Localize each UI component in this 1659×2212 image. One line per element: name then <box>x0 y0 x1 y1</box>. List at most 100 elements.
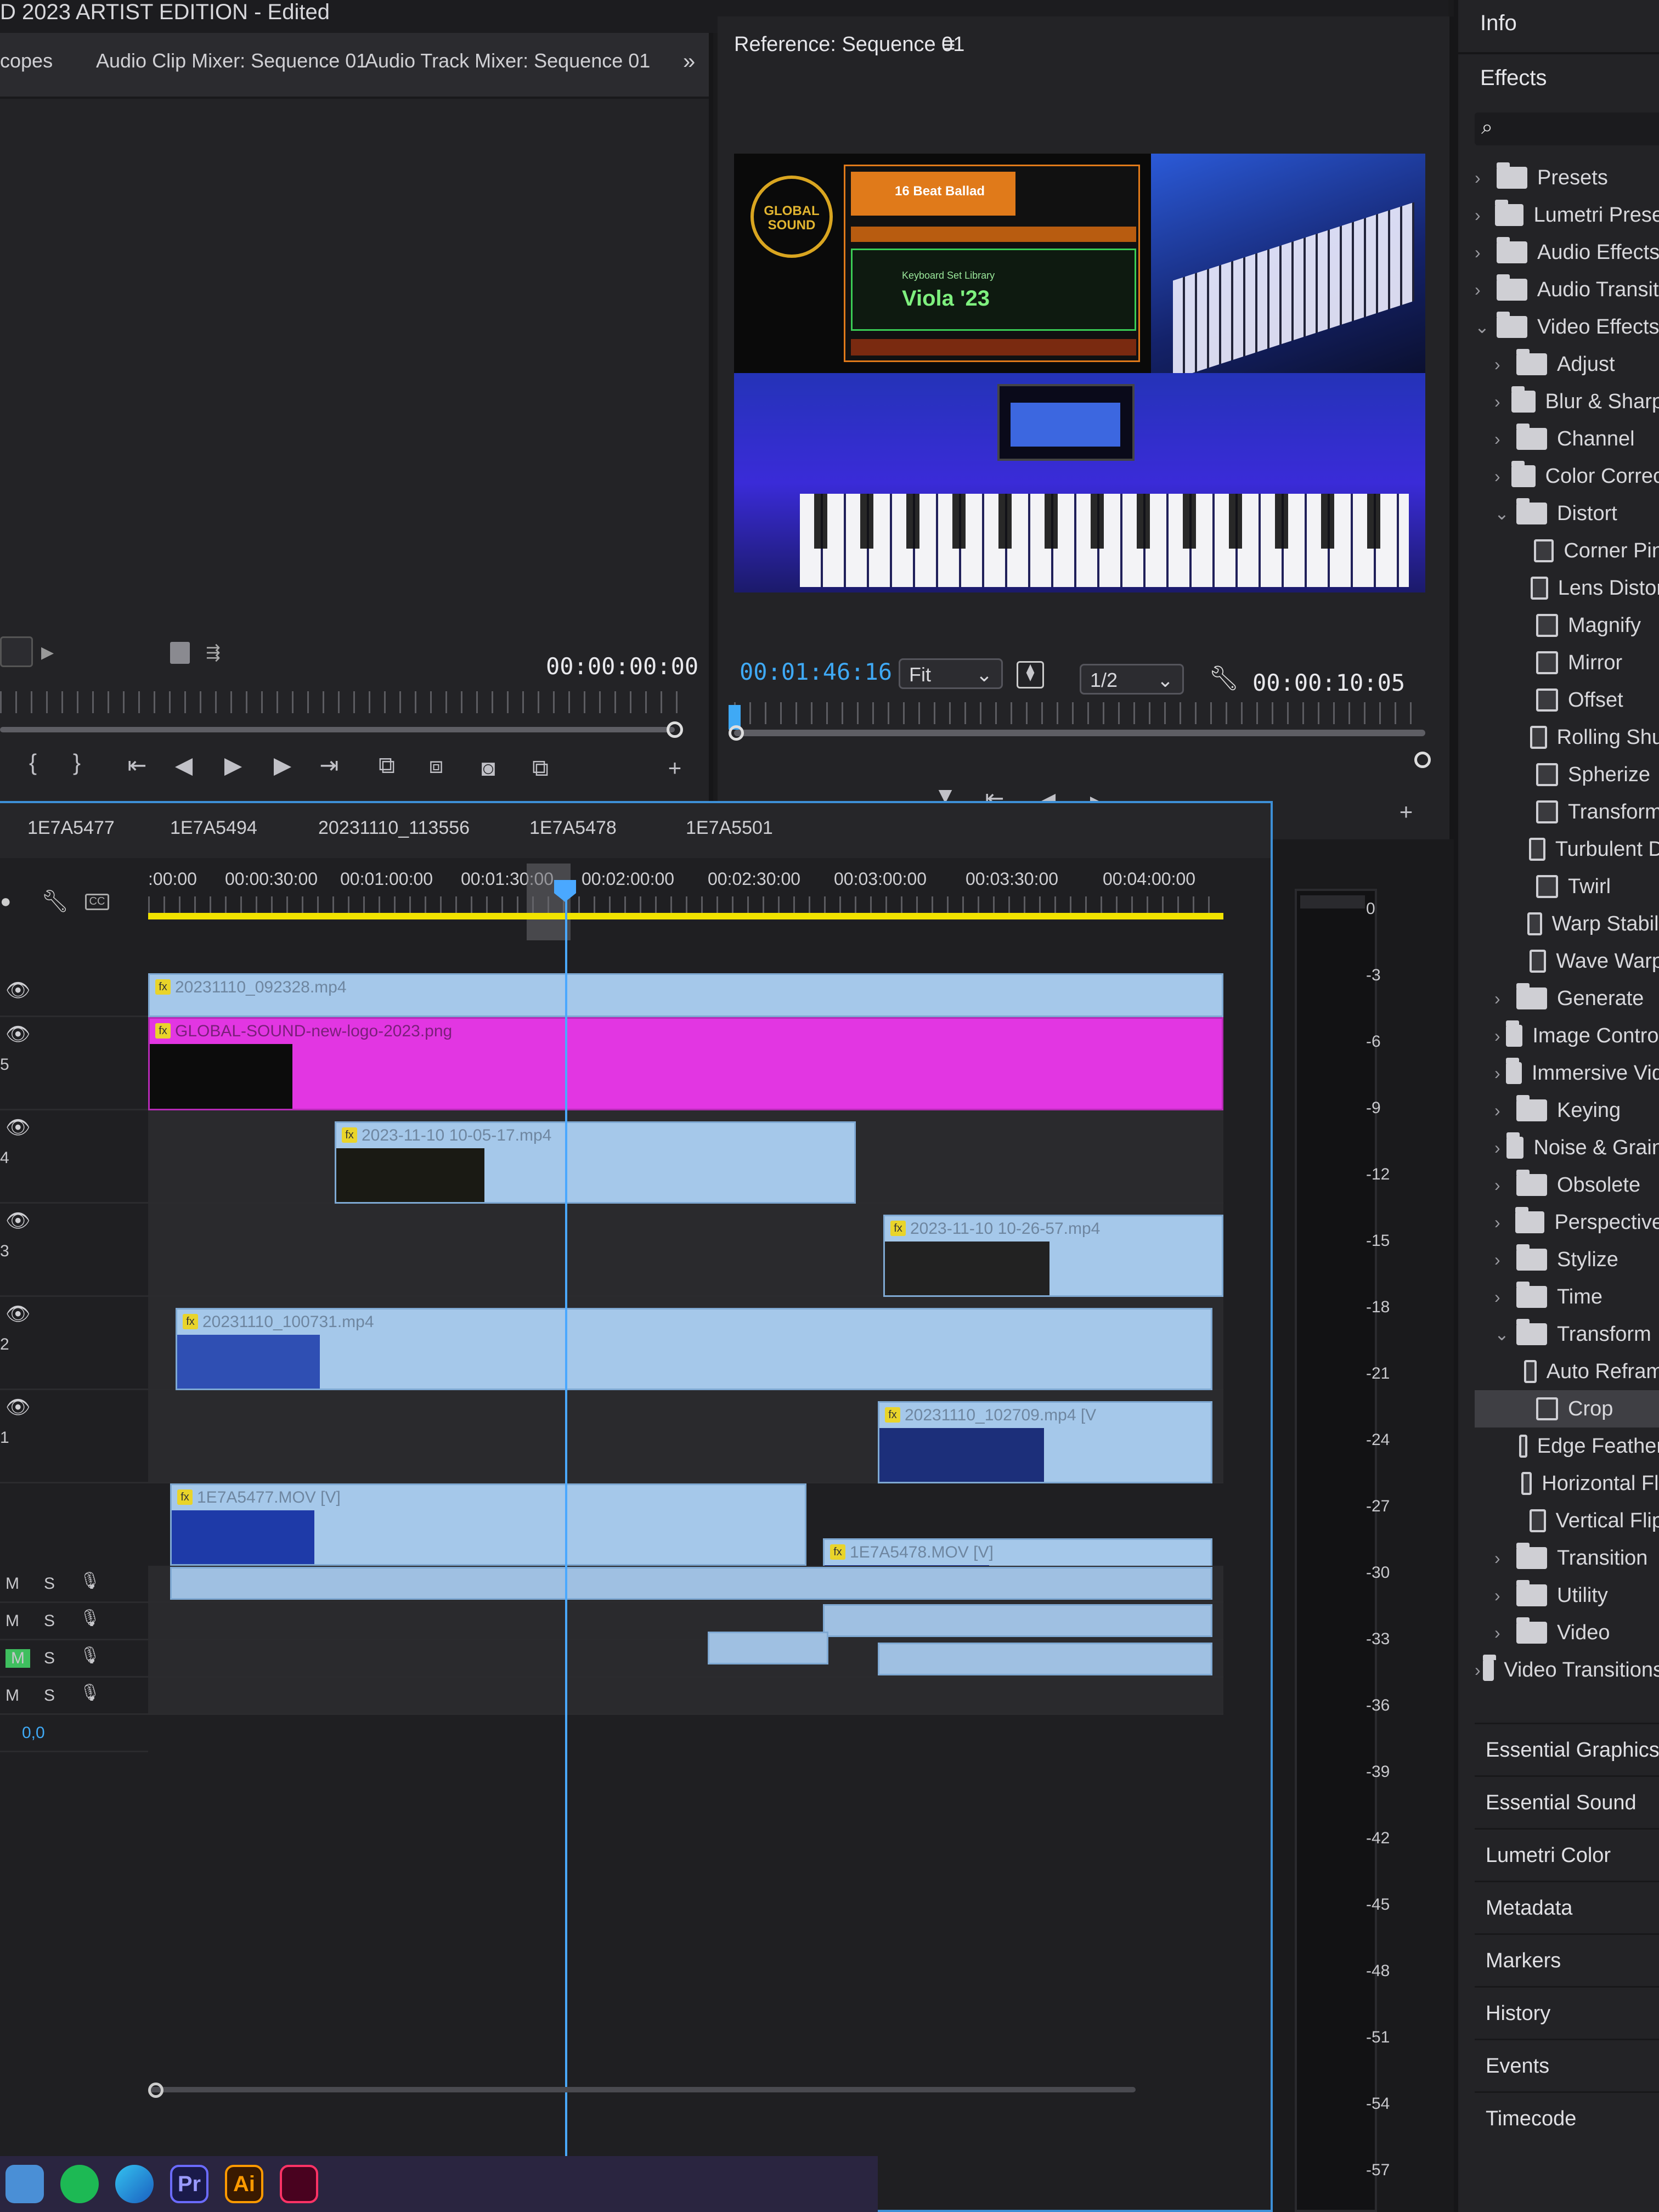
chevron-right-icon[interactable]: › <box>1494 1063 1506 1084</box>
effects-folder[interactable]: ⌄ Video Effects <box>1475 308 1659 346</box>
audio-clip[interactable] <box>878 1643 1212 1675</box>
effect-item[interactable]: Turbulent D <box>1475 831 1659 868</box>
chevron-right-icon[interactable]: › <box>1494 1101 1516 1121</box>
eye-icon[interactable]: 👁︎ <box>5 1396 31 1419</box>
effect-item[interactable]: Lens Distor <box>1475 569 1659 607</box>
safe-margins-icon[interactable]: ⧫ <box>1017 661 1044 689</box>
indesign-icon[interactable] <box>280 2165 318 2203</box>
effect-item[interactable]: Warp Stabili <box>1475 905 1659 943</box>
effects-folder[interactable]: › Channel <box>1475 420 1659 458</box>
solo-button[interactable]: S <box>44 1686 55 1705</box>
fx-badge-icon[interactable]: fx <box>342 1127 357 1143</box>
marker-tool-icon[interactable]: ● <box>0 891 12 912</box>
tab-audio-track-mixer[interactable]: Audio Track Mixer: Sequence 01 <box>365 49 650 72</box>
effects-folder[interactable]: › Time <box>1475 1278 1659 1316</box>
effects-folder[interactable]: › Blur & Sharp <box>1475 383 1659 420</box>
microphone-icon[interactable]: 🎙︎ <box>80 1571 100 1590</box>
audio-clip[interactable] <box>170 1567 1212 1600</box>
ref-end-handle[interactable] <box>1414 752 1431 768</box>
tab-scopes[interactable]: copes <box>0 49 53 72</box>
effects-folder[interactable]: › Keying <box>1475 1092 1659 1129</box>
chevron-right-icon[interactable]: › <box>1494 989 1516 1009</box>
timeline-clip[interactable]: fx GLOBAL-SOUND-new-logo-2023.png <box>148 1017 1223 1110</box>
scroll-handle[interactable] <box>148 2083 163 2098</box>
tab-audio-clip-mixer[interactable]: Audio Clip Mixer: Sequence 01 <box>96 49 367 72</box>
timeline-clip[interactable]: fx 2023-11-10 10-26-57.mp4 <box>883 1215 1223 1297</box>
effect-item[interactable]: Wave Warp <box>1475 943 1659 980</box>
chevron-right-icon[interactable]: › <box>1494 1250 1516 1270</box>
fx-badge-icon[interactable]: fx <box>155 1023 171 1039</box>
tab-sequence[interactable]: 1E7A5477 <box>27 817 115 839</box>
eye-icon[interactable]: 👁︎ <box>5 1302 31 1325</box>
eye-icon[interactable]: 👁︎ <box>5 1209 31 1232</box>
audio-scrub-bar[interactable] <box>0 727 675 732</box>
ref-duration-timecode[interactable]: 00:00:10:05 <box>1252 669 1405 696</box>
tab-sequence[interactable]: 1E7A5478 <box>529 817 617 839</box>
effects-tab[interactable]: Effects <box>1480 66 1547 91</box>
chevron-right-icon[interactable]: › <box>1494 429 1516 449</box>
audio-clip[interactable] <box>823 1604 1212 1637</box>
camera-icon[interactable]: ◙ <box>472 752 505 785</box>
solo-button[interactable]: S <box>44 1612 55 1630</box>
files-icon[interactable] <box>5 2165 44 2203</box>
effects-folder[interactable]: › Utility <box>1475 1577 1659 1614</box>
wrench-icon[interactable]: 🔧︎ <box>1209 664 1239 692</box>
microphone-icon[interactable]: 🎙︎ <box>80 1646 100 1665</box>
mark-in-icon[interactable]: { <box>16 746 49 779</box>
tab-sequence[interactable]: 1E7A5494 <box>170 817 257 839</box>
timeline-clip[interactable]: fx 20231110_100731.mp4 <box>176 1308 1212 1390</box>
ref-playhead-timecode[interactable]: 00:01:46:16 <box>740 658 892 685</box>
effect-item[interactable]: Auto Refram <box>1475 1353 1659 1390</box>
effect-item[interactable]: Rolling Shu <box>1475 719 1659 756</box>
panel-tab[interactable]: Essential Sound <box>1475 1775 1659 1825</box>
microphone-icon[interactable]: 🎙︎ <box>80 1683 100 1702</box>
effect-item[interactable]: Edge Feather <box>1475 1427 1659 1465</box>
fx-badge-icon[interactable]: fx <box>177 1489 193 1505</box>
effects-folder[interactable]: › Obsolete <box>1475 1166 1659 1204</box>
resolution-dropdown[interactable]: 1/2 ⌄ <box>1080 664 1184 695</box>
effect-item[interactable]: Spherize <box>1475 756 1659 793</box>
effects-folder[interactable]: › Video <box>1475 1614 1659 1651</box>
chevron-right-icon[interactable]: › <box>1494 1585 1516 1606</box>
chevron-right-icon[interactable]: › <box>1494 1212 1515 1233</box>
mute-button[interactable]: M <box>5 1686 19 1705</box>
play-icon[interactable]: ▶ <box>217 749 250 782</box>
effect-item[interactable]: Magnify <box>1475 607 1659 644</box>
scrub-end-handle[interactable] <box>667 721 683 738</box>
captions-icon[interactable]: CC <box>85 894 109 910</box>
panel-tab[interactable]: Essential Graphics <box>1475 1723 1659 1772</box>
audio-dropdown[interactable] <box>0 636 33 667</box>
edge-icon[interactable] <box>115 2165 154 2203</box>
chevron-right-icon[interactable]: › <box>1494 466 1511 487</box>
effects-folder[interactable]: › Generate <box>1475 980 1659 1017</box>
timeline-clip[interactable]: fx 1E7A5477.MOV [V] <box>170 1483 806 1566</box>
effect-item[interactable]: Twirl <box>1475 868 1659 905</box>
panel-tab[interactable]: Markers <box>1475 1933 1659 1983</box>
solo-button[interactable]: S <box>44 1575 55 1593</box>
chevron-down-icon[interactable]: ⌄ <box>1494 503 1516 524</box>
mark-out-icon[interactable]: } <box>60 746 93 779</box>
video-preview[interactable]: GLOBAL SOUND 16 Beat Ballad Keyboard Set… <box>734 154 1425 592</box>
fit-dropdown[interactable]: Fit ⌄ <box>899 658 1003 689</box>
info-tab[interactable]: Info <box>1480 11 1517 36</box>
chevron-right-icon[interactable]: › <box>1494 1175 1516 1195</box>
audio-track-lane[interactable] <box>148 1678 1223 1715</box>
chevron-down-icon[interactable]: ⌄ <box>1475 317 1497 337</box>
effect-item[interactable]: Crop <box>1475 1390 1659 1427</box>
fx-badge-icon[interactable]: fx <box>890 1221 906 1236</box>
effects-folder[interactable]: › Video Transitions <box>1475 1651 1659 1689</box>
chevron-right-icon[interactable]: › <box>1494 1287 1516 1307</box>
wrench-icon[interactable]: 🔧︎ <box>41 888 69 914</box>
chevron-right-icon[interactable]: › <box>1494 1548 1516 1568</box>
panel-tab[interactable]: Timecode <box>1475 2091 1659 2141</box>
go-to-in-icon[interactable]: ⇤ <box>121 749 154 782</box>
chevron-right-icon[interactable]: › <box>1494 1623 1516 1643</box>
effects-folder[interactable]: › Perspective <box>1475 1204 1659 1241</box>
effects-folder[interactable]: › Immersive Vid <box>1475 1054 1659 1092</box>
chevron-right-icon[interactable]: › <box>1475 205 1495 225</box>
chevron-right-icon[interactable]: › <box>1475 168 1497 188</box>
audio-clip[interactable] <box>708 1632 828 1664</box>
play-triangle-icon[interactable]: ▶ <box>41 643 54 662</box>
effects-folder[interactable]: › Lumetri Prese <box>1475 196 1659 234</box>
add-button-icon[interactable]: + <box>658 752 691 785</box>
